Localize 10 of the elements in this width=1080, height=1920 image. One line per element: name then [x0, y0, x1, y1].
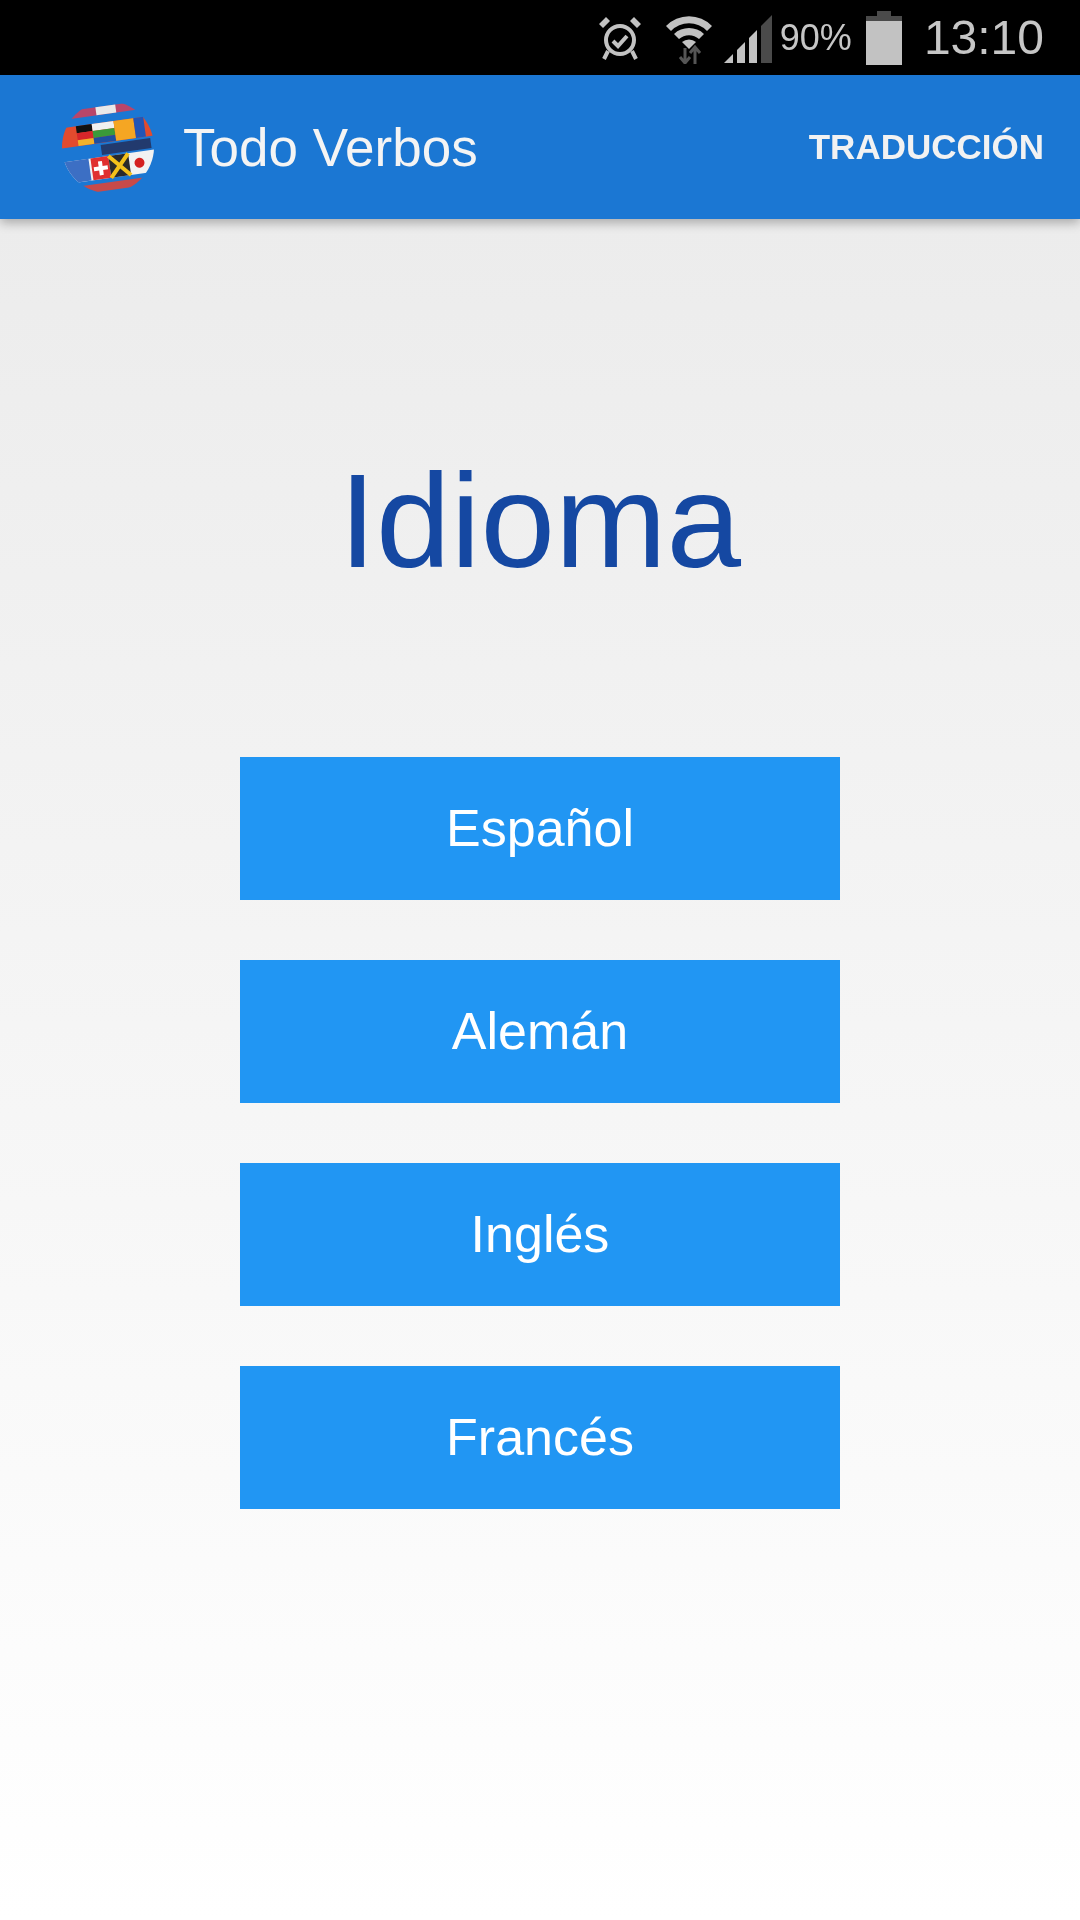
- app-title: Todo Verbos: [183, 116, 478, 178]
- language-button[interactable]: Inglés: [240, 1162, 840, 1306]
- status-time: 13:10: [923, 10, 1044, 65]
- battery-percentage: 90%: [779, 16, 852, 59]
- language-button[interactable]: Español: [240, 756, 840, 900]
- translation-action[interactable]: TRADUCCIÓN: [794, 117, 1058, 177]
- language-button[interactable]: Alemán: [240, 959, 840, 1103]
- language-button[interactable]: Francés: [240, 1365, 840, 1509]
- battery-icon: [865, 10, 902, 65]
- page-heading: Idioma: [338, 445, 742, 597]
